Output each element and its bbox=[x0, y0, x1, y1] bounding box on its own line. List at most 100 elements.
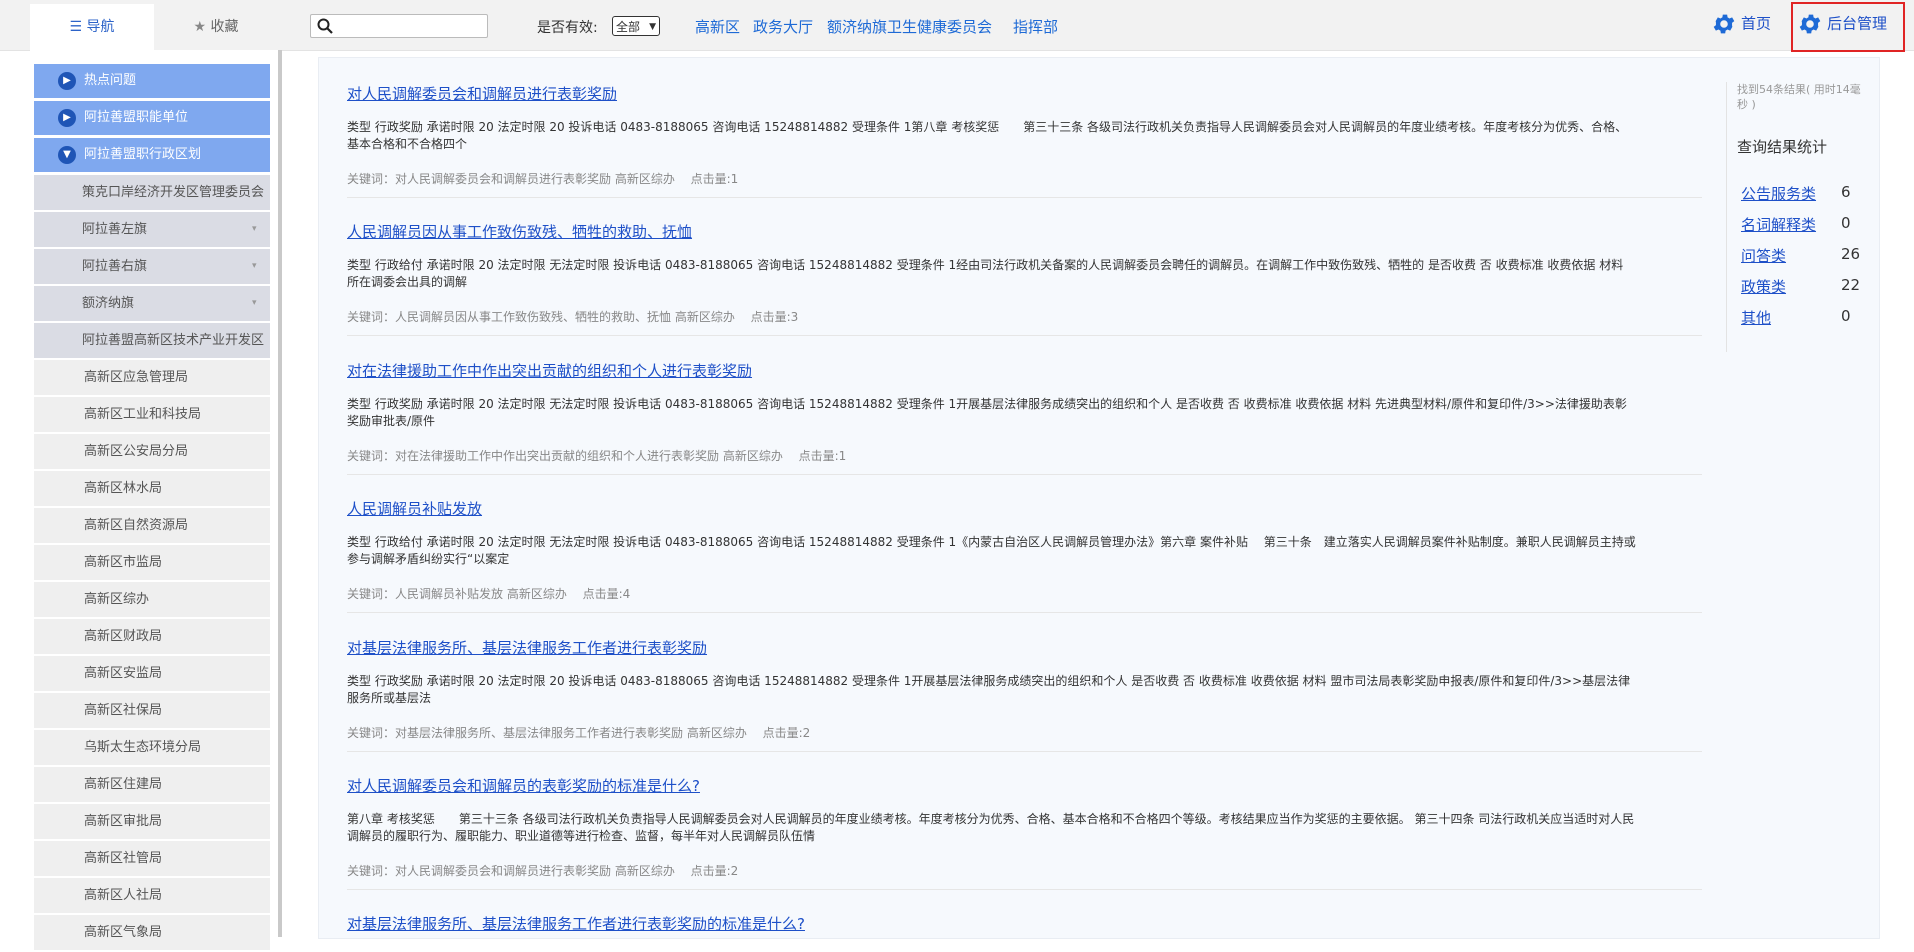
result-keywords: 关键词：对在法律援助工作中作出突出贡献的组织和个人进行表彰奖励 高新区综办 点击… bbox=[347, 449, 847, 463]
result-title-link[interactable]: 对在法律援助工作中作出突出贡献的组织和个人进行表彰奖励 bbox=[347, 360, 752, 381]
result-title-link[interactable]: 对人民调解委员会和调解员的表彰奖励的标准是什么? bbox=[347, 775, 700, 796]
sidebar-leaf-label: 高新区审批局 bbox=[84, 814, 163, 829]
sidebar-item-label: 热点问题 bbox=[84, 73, 137, 88]
admin-link[interactable]: 后台管理 bbox=[1797, 11, 1887, 37]
sidebar-item-admin-divisions[interactable]: ▼ 阿拉善盟职行政区划 bbox=[34, 138, 270, 175]
stat-row: 公告服务类 6 bbox=[1741, 183, 1871, 203]
sidebar-leaf[interactable]: 高新区社管局 bbox=[34, 841, 270, 878]
result-title-link[interactable]: 对人民调解委员会和调解员进行表彰奖励 bbox=[347, 83, 617, 104]
sidebar-subitem[interactable]: 阿拉善左旗 ▾ bbox=[34, 212, 270, 249]
divider bbox=[347, 751, 1702, 752]
divider bbox=[347, 197, 1702, 198]
sidebar-subitem-label: 策克口岸经济开发区管理委员会 bbox=[82, 185, 265, 200]
stat-row: 其他 0 bbox=[1741, 307, 1871, 327]
sidebar-leaf[interactable]: 高新区应急管理局 bbox=[34, 360, 270, 397]
stat-row: 政策类 22 bbox=[1741, 276, 1871, 296]
quick-link-service-hall[interactable]: 政务大厅 bbox=[753, 16, 813, 37]
home-link[interactable]: 首页 bbox=[1711, 11, 1771, 37]
sidebar-subitem-label: 阿拉善左旗 bbox=[82, 222, 148, 237]
sidebar-item-label: 阿拉善盟职行政区划 bbox=[84, 147, 202, 162]
tab-navigation-label: 导航 bbox=[86, 19, 115, 35]
result-description: 类型 行政奖励 承诺时限 20 法定时限 无法定时限 投诉电话 0483-818… bbox=[347, 397, 1627, 428]
sidebar-leaf-label: 高新区综办 bbox=[84, 592, 150, 607]
result-keywords: 关键词：对人民调解委员会和调解员进行表彰奖励 高新区综办 点击量:2 bbox=[347, 864, 739, 878]
sidebar-leaf[interactable]: 乌斯太生态环境分局 bbox=[34, 730, 270, 767]
tab-favorites[interactable]: ★ 收藏 bbox=[154, 4, 278, 50]
chevron-right-icon: ▶ bbox=[58, 109, 76, 127]
quick-link-command-center[interactable]: 指挥部 bbox=[1013, 16, 1058, 37]
sidebar-leaf-label: 高新区市监局 bbox=[84, 555, 163, 570]
admin-label[interactable]: 后台管理 bbox=[1827, 15, 1887, 33]
quick-link-health-commission[interactable]: 额济纳旗卫生健康委员会 bbox=[827, 16, 992, 37]
sidebar-leaf-label: 高新区应急管理局 bbox=[84, 370, 189, 385]
sidebar-leaf[interactable]: 高新区社保局 bbox=[34, 693, 270, 730]
sidebar-leaf[interactable]: 高新区安监局 bbox=[34, 656, 270, 693]
stat-category-link[interactable]: 政策类 bbox=[1741, 276, 1786, 297]
stat-category-link[interactable]: 问答类 bbox=[1741, 245, 1786, 266]
result-keywords: 关键词：人民调解员因从事工作致伤致残、牺牲的救助、抚恤 高新区综办 点击量:3 bbox=[347, 310, 799, 324]
stat-category-link[interactable]: 名词解释类 bbox=[1741, 214, 1816, 235]
stat-row: 问答类 26 bbox=[1741, 245, 1871, 265]
gear-icon bbox=[1713, 14, 1735, 34]
chevron-down-icon: ▾ bbox=[252, 224, 257, 234]
sidebar-subitem-label: 额济纳旗 bbox=[82, 296, 135, 311]
validity-select[interactable]: 全部 ▼ bbox=[612, 16, 660, 36]
sidebar-subitem[interactable]: 阿拉善盟高新区技术产业开发区 bbox=[34, 323, 270, 360]
sidebar-subitem[interactable]: 阿拉善右旗 ▾ bbox=[34, 249, 270, 286]
sidebar-subitem[interactable]: 额济纳旗 ▾ bbox=[34, 286, 270, 323]
sidebar-leaf[interactable]: 高新区审批局 bbox=[34, 804, 270, 841]
tab-navigation[interactable]: ☰ 导航 bbox=[30, 4, 154, 50]
sidebar-leaf[interactable]: 高新区工业和科技局 bbox=[34, 397, 270, 434]
sidebar-leaf-label: 高新区自然资源局 bbox=[84, 518, 189, 533]
result-description: 类型 行政给付 承诺时限 20 法定时限 无法定时限 投诉电话 0483-818… bbox=[347, 258, 1624, 289]
stat-count: 26 bbox=[1841, 245, 1861, 263]
validity-select-value: 全部 bbox=[616, 20, 641, 34]
sidebar-leaf[interactable]: 高新区住建局 bbox=[34, 767, 270, 804]
sidebar-leaf[interactable]: 高新区综办 bbox=[34, 582, 270, 619]
sidebar-item-hot-issues[interactable]: ▶ 热点问题 bbox=[34, 64, 270, 101]
result-description: 类型 行政奖励 承诺时限 20 法定时限 20 投诉电话 0483-818806… bbox=[347, 674, 1631, 705]
sidebar-leaf-label: 高新区安监局 bbox=[84, 666, 163, 681]
quick-link-high-tech-zone[interactable]: 高新区 bbox=[695, 16, 740, 37]
chevron-down-icon: ▼ bbox=[649, 22, 656, 32]
sidebar-leaf[interactable]: 高新区人社局 bbox=[34, 878, 270, 915]
stat-category-link[interactable]: 其他 bbox=[1741, 307, 1771, 328]
sidebar-leaf[interactable]: 高新区气象局 bbox=[34, 915, 270, 952]
search-input[interactable] bbox=[310, 14, 488, 38]
result-title-link[interactable]: 对基层法律服务所、基层法律服务工作者进行表彰奖励 bbox=[347, 637, 707, 658]
chevron-down-icon: ▼ bbox=[58, 146, 76, 164]
sidebar-leaf[interactable]: 高新区林水局 bbox=[34, 471, 270, 508]
sidebar-subitem-label: 阿拉善盟高新区技术产业开发区 bbox=[82, 333, 265, 348]
chevron-right-icon: ▶ bbox=[58, 72, 76, 90]
divider bbox=[347, 474, 1702, 475]
sidebar-item-label: 阿拉善盟职能单位 bbox=[84, 110, 189, 125]
sidebar-item-functional-units[interactable]: ▶ 阿拉善盟职能单位 bbox=[34, 101, 270, 138]
sidebar-leaf[interactable]: 高新区财政局 bbox=[34, 619, 270, 656]
stat-row: 名词解释类 0 bbox=[1741, 214, 1871, 234]
top-header: ☰ 导航 ★ 收藏 是否有效: 全部 ▼ 高新区 政务大厅 额济纳旗卫生健康委员… bbox=[0, 0, 1914, 52]
sidebar-leaf-label: 高新区气象局 bbox=[84, 925, 163, 940]
stat-category-link[interactable]: 公告服务类 bbox=[1741, 183, 1816, 204]
divider bbox=[347, 612, 1702, 613]
star-icon: ★ bbox=[193, 19, 207, 35]
sidebar-leaf[interactable]: 高新区公安局分局 bbox=[34, 434, 270, 471]
chevron-down-icon: ▾ bbox=[252, 261, 257, 271]
sidebar-leaf[interactable]: 高新区市监局 bbox=[34, 545, 270, 582]
result-stats-panel: 找到54条结果( 用时14毫秒 ) 查询结果统计 公告服务类 6 名词解释类 0… bbox=[1726, 82, 1875, 352]
result-title-link[interactable]: 对基层法律服务所、基层法律服务工作者进行表彰奖励的标准是什么? bbox=[347, 913, 805, 934]
result-title-link[interactable]: 人民调解员补贴发放 bbox=[347, 498, 482, 519]
sidebar-leaf[interactable]: 高新区自然资源局 bbox=[34, 508, 270, 545]
stat-count: 0 bbox=[1841, 307, 1851, 325]
sidebar-subitem[interactable]: 策克口岸经济开发区管理委员会 bbox=[34, 175, 270, 212]
result-keywords: 关键词：人民调解员补贴发放 高新区综办 点击量:4 bbox=[347, 587, 631, 601]
result-count-text: 找到54条结果( 用时14毫秒 ) bbox=[1737, 83, 1861, 111]
stats-title: 查询结果统计 bbox=[1737, 138, 1828, 156]
result-keywords: 关键词：对基层法律服务所、基层法律服务工作者进行表彰奖励 高新区综办 点击量:2 bbox=[347, 726, 811, 740]
results-panel bbox=[318, 57, 1880, 939]
result-description: 类型 行政奖励 承诺时限 20 法定时限 20 投诉电话 0483-818806… bbox=[347, 120, 1628, 151]
home-label[interactable]: 首页 bbox=[1741, 15, 1771, 33]
menu-icon: ☰ bbox=[69, 19, 83, 35]
sidebar-leaf-label: 高新区公安局分局 bbox=[84, 444, 189, 459]
result-title-link[interactable]: 人民调解员因从事工作致伤致残、牺牲的救助、抚恤 bbox=[347, 221, 692, 242]
sidebar-subitem-label: 阿拉善右旗 bbox=[82, 259, 148, 274]
